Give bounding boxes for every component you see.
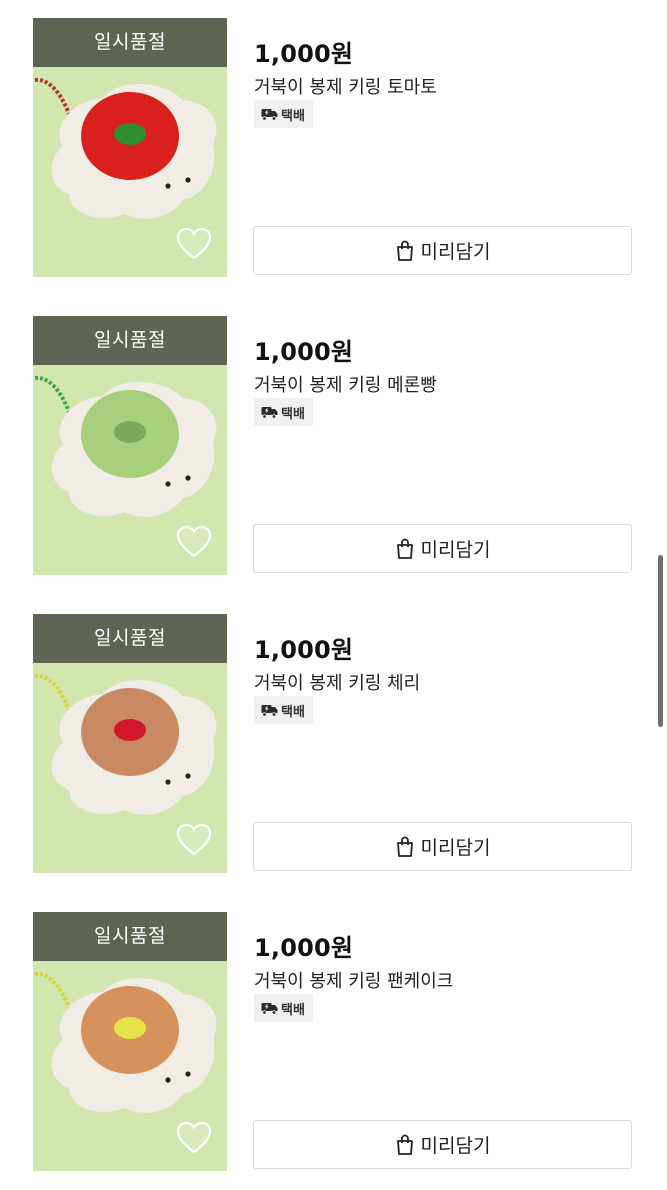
shopping-bag-icon bbox=[396, 1134, 413, 1155]
delivery-truck-icon bbox=[261, 705, 278, 717]
product-name[interactable]: 거북이 봉제 키링 체리 bbox=[254, 669, 420, 695]
product-image[interactable]: 일시품절 bbox=[33, 912, 227, 1171]
shipping-badge: 택배 bbox=[254, 994, 313, 1022]
product-name[interactable]: 거북이 봉제 키링 메론빵 bbox=[254, 371, 437, 397]
shipping-label: 택배 bbox=[281, 1002, 305, 1018]
add-to-cart-button[interactable]: 미리담기 bbox=[253, 822, 632, 871]
scrollbar[interactable] bbox=[658, 555, 663, 727]
add-to-cart-button[interactable]: 미리담기 bbox=[253, 1120, 632, 1169]
add-to-cart-label: 미리담기 bbox=[420, 539, 491, 561]
shipping-badge: 택배 bbox=[254, 100, 313, 128]
heart-icon[interactable] bbox=[176, 1121, 212, 1155]
soldout-badge: 일시품절 bbox=[33, 614, 227, 663]
product-price: 1,000원 bbox=[254, 636, 354, 664]
product-card: 일시품절 1,000원 거북이 봉제 키링 메론빵 택배 미리담기 bbox=[0, 316, 667, 576]
product-card: 일시품절 1,000원 거북이 봉제 키링 팬케이크 택배 미리담기 bbox=[0, 912, 667, 1172]
delivery-truck-icon bbox=[261, 1003, 278, 1015]
shopping-bag-icon bbox=[396, 836, 413, 857]
add-to-cart-label: 미리담기 bbox=[420, 1135, 491, 1157]
product-price: 1,000원 bbox=[254, 934, 354, 962]
add-to-cart-label: 미리담기 bbox=[420, 241, 491, 263]
delivery-truck-icon bbox=[261, 109, 278, 121]
product-name[interactable]: 거북이 봉제 키링 팬케이크 bbox=[254, 967, 453, 993]
shipping-badge: 택배 bbox=[254, 398, 313, 426]
shipping-label: 택배 bbox=[281, 108, 305, 124]
shipping-label: 택배 bbox=[281, 406, 305, 422]
product-image[interactable]: 일시품절 bbox=[33, 18, 227, 277]
shipping-badge: 택배 bbox=[254, 696, 313, 724]
add-to-cart-button[interactable]: 미리담기 bbox=[253, 226, 632, 275]
product-price: 1,000원 bbox=[254, 338, 354, 366]
add-to-cart-label: 미리담기 bbox=[420, 837, 491, 859]
heart-icon[interactable] bbox=[176, 823, 212, 857]
delivery-truck-icon bbox=[261, 407, 278, 419]
product-card: 일시품절 1,000원 거북이 봉제 키링 토마토 택배 미리담기 bbox=[0, 18, 667, 278]
product-price: 1,000원 bbox=[254, 40, 354, 68]
soldout-badge: 일시품절 bbox=[33, 912, 227, 961]
product-image[interactable]: 일시품절 bbox=[33, 316, 227, 575]
shopping-bag-icon bbox=[396, 240, 413, 261]
soldout-badge: 일시품절 bbox=[33, 18, 227, 67]
product-name[interactable]: 거북이 봉제 키링 토마토 bbox=[254, 73, 437, 99]
shopping-bag-icon bbox=[396, 538, 413, 559]
soldout-badge: 일시품절 bbox=[33, 316, 227, 365]
heart-icon[interactable] bbox=[176, 227, 212, 261]
product-card: 일시품절 1,000원 거북이 봉제 키링 체리 택배 미리담기 bbox=[0, 614, 667, 874]
add-to-cart-button[interactable]: 미리담기 bbox=[253, 524, 632, 573]
product-image[interactable]: 일시품절 bbox=[33, 614, 227, 873]
heart-icon[interactable] bbox=[176, 525, 212, 559]
shipping-label: 택배 bbox=[281, 704, 305, 720]
